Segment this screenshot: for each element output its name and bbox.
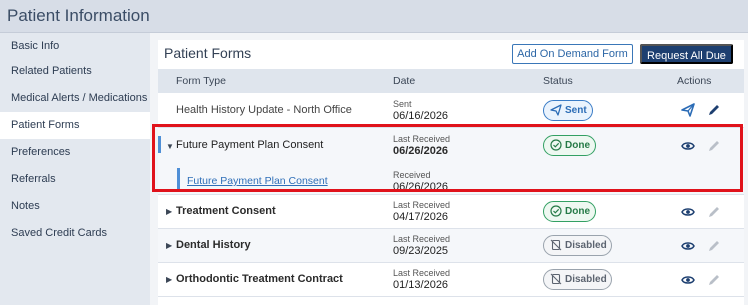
send-icon[interactable] bbox=[681, 103, 695, 117]
date-value: 06/16/2026 bbox=[393, 110, 449, 122]
main-content: Patient Forms Add On Demand Form Request… bbox=[150, 33, 748, 305]
sidebar: Basic Info Related Patients Medical Aler… bbox=[0, 33, 150, 305]
date-value: 04/17/2026 bbox=[393, 211, 449, 223]
date-value: 01/13/2026 bbox=[393, 279, 449, 291]
view-icon[interactable] bbox=[681, 205, 695, 219]
form-type-name: Treatment Consent bbox=[176, 205, 276, 217]
status-text: Done bbox=[565, 206, 590, 217]
view-icon[interactable] bbox=[681, 239, 695, 253]
date-label: Last Received bbox=[393, 134, 451, 144]
sidebar-item-saved-credit-cards[interactable]: Saved Credit Cards bbox=[0, 220, 150, 247]
view-icon[interactable] bbox=[681, 273, 695, 287]
date-value: 06/26/2026 bbox=[393, 181, 449, 193]
form-link[interactable]: Future Payment Plan Consent bbox=[187, 175, 328, 187]
pencil-icon[interactable] bbox=[707, 103, 721, 117]
status-text: Done bbox=[565, 140, 590, 151]
pencil-icon bbox=[709, 241, 719, 251]
pencil-icon bbox=[709, 207, 719, 217]
status-badge: Sent bbox=[543, 100, 593, 121]
sidebar-item-basic-info[interactable]: Basic Info bbox=[0, 33, 150, 60]
column-header-date[interactable]: Date bbox=[393, 75, 415, 87]
form-type-name: Orthodontic Treatment Contract bbox=[176, 273, 343, 285]
date-label: Last Received bbox=[393, 234, 451, 244]
sub-row-accent bbox=[177, 168, 180, 191]
status-badge: Disabled bbox=[543, 235, 612, 256]
column-header-form-type[interactable]: Form Type bbox=[176, 75, 226, 87]
table-row[interactable]: Health History Update - North Office Sen… bbox=[158, 93, 744, 128]
title-bar: Patient Information bbox=[0, 0, 748, 33]
column-header-actions: Actions bbox=[677, 75, 712, 87]
chevron-right-icon[interactable]: ▶ bbox=[166, 241, 172, 250]
form-type-name: Dental History bbox=[176, 239, 251, 251]
date-value: 06/26/2026 bbox=[393, 145, 449, 157]
send-icon bbox=[550, 104, 562, 116]
window-title: Patient Information bbox=[7, 6, 150, 25]
panel-title: Patient Forms bbox=[164, 45, 252, 61]
form-type-name: Health History Update - North Office bbox=[176, 104, 352, 116]
row-accent bbox=[158, 136, 161, 153]
patient-forms-panel: Patient Forms Add On Demand Form Request… bbox=[158, 40, 744, 305]
disabled-document-icon bbox=[550, 239, 562, 251]
sidebar-item-preferences[interactable]: Preferences bbox=[0, 139, 150, 166]
sidebar-item-medical-alerts[interactable]: Medical Alerts / Medications bbox=[0, 85, 150, 112]
table-row[interactable]: ▶ Orthodontic Treatment Contract Last Re… bbox=[158, 263, 744, 297]
column-header-status: Status bbox=[543, 75, 573, 87]
table-row-expanded[interactable]: ▼ Future Payment Plan Consent Last Recei… bbox=[158, 128, 744, 195]
sidebar-item-patient-forms[interactable]: Patient Forms bbox=[0, 112, 150, 139]
status-text: Disabled bbox=[565, 240, 607, 251]
status-badge: Done bbox=[543, 135, 596, 156]
table-row[interactable]: ▶ Dental History Last Received 09/23/202… bbox=[158, 229, 744, 263]
status-text: Sent bbox=[565, 105, 587, 116]
sidebar-item-related-patients[interactable]: Related Patients bbox=[0, 58, 150, 85]
date-label: Sent bbox=[393, 99, 412, 109]
sidebar-item-referrals[interactable]: Referrals bbox=[0, 166, 150, 193]
pencil-icon bbox=[709, 141, 719, 151]
view-icon[interactable] bbox=[681, 139, 695, 153]
date-label: Last Received bbox=[393, 200, 451, 210]
status-badge: Done bbox=[543, 201, 596, 222]
check-circle-icon bbox=[550, 139, 562, 151]
table-row[interactable]: ▶ Treatment Consent Last Received 04/17/… bbox=[158, 195, 744, 229]
add-on-demand-form-button[interactable]: Add On Demand Form bbox=[512, 44, 633, 64]
date-label: Received bbox=[393, 170, 431, 180]
chevron-right-icon[interactable]: ▶ bbox=[166, 207, 172, 216]
status-text: Disabled bbox=[565, 274, 607, 285]
date-value: 09/23/2025 bbox=[393, 245, 449, 257]
form-type-name: Future Payment Plan Consent bbox=[176, 139, 324, 151]
request-all-due-button[interactable]: Request All Due bbox=[640, 44, 733, 64]
status-badge: Disabled bbox=[543, 269, 612, 290]
chevron-down-icon[interactable]: ▼ bbox=[166, 142, 174, 151]
sidebar-item-notes[interactable]: Notes bbox=[0, 193, 150, 220]
check-circle-icon bbox=[550, 205, 562, 217]
disabled-document-icon bbox=[550, 273, 562, 285]
date-label: Last Received bbox=[393, 268, 451, 278]
table-header: Form Type Date Status Actions bbox=[158, 69, 744, 93]
chevron-right-icon[interactable]: ▶ bbox=[166, 275, 172, 284]
pencil-icon bbox=[709, 275, 719, 285]
